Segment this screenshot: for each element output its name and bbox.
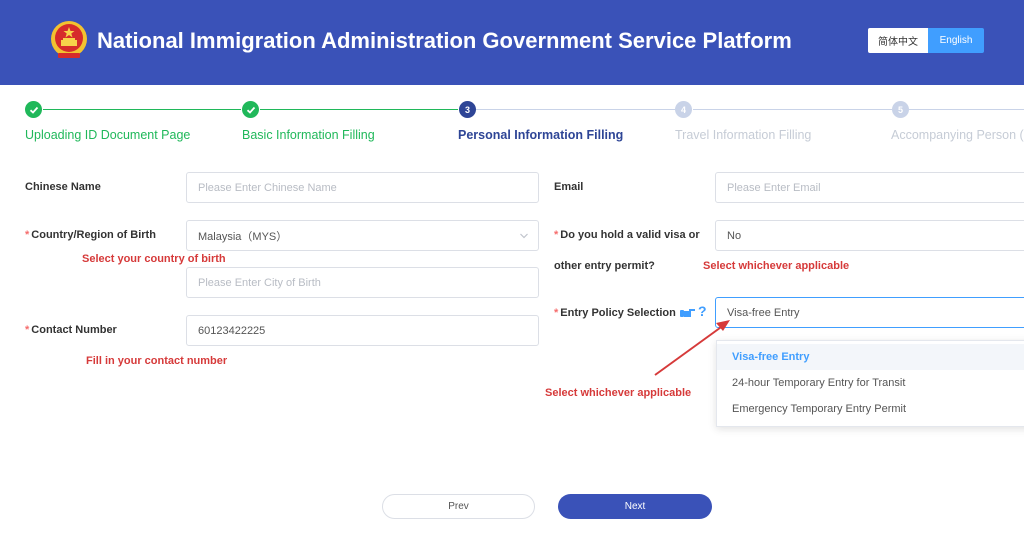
- visa-value: No: [727, 229, 742, 242]
- contact-number-hint: Fill in your contact number: [86, 355, 228, 367]
- check-icon: [29, 106, 38, 114]
- country-birth-label: * Country/Region of Birth: [25, 229, 156, 241]
- chinese-name-placeholder: Please Enter Chinese Name: [198, 181, 337, 194]
- step-4-label: Travel Information Filling: [675, 128, 812, 142]
- check-icon: [246, 106, 255, 114]
- country-birth-select[interactable]: Malaysia（MYS）: [186, 220, 539, 251]
- step-5-label: Accompanying Person (s: [891, 128, 1024, 142]
- step-1-label: Uploading ID Document Page: [25, 128, 191, 142]
- lang-english-button[interactable]: English: [928, 28, 984, 53]
- step-4-circle: 4: [675, 101, 692, 118]
- prev-button[interactable]: Prev: [382, 494, 535, 519]
- contact-number-input[interactable]: 60123422225: [186, 315, 539, 346]
- visa-question-label: * Do you hold a valid visa or: [554, 229, 700, 241]
- app-title: National Immigration Administration Gove…: [97, 28, 792, 53]
- step-3-circle: 3: [459, 101, 476, 118]
- step-connector-5: [909, 109, 1024, 110]
- visa-select[interactable]: No: [715, 220, 1024, 251]
- step-connector-4: [693, 109, 892, 110]
- chinese-name-label: Chinese Name: [25, 181, 101, 193]
- step-connector-1: [43, 109, 241, 110]
- required-mark: *: [554, 307, 559, 319]
- step-2-circle: [242, 101, 259, 118]
- chinese-name-input[interactable]: Please Enter Chinese Name: [186, 172, 539, 203]
- email-input[interactable]: Please Enter Email: [715, 172, 1024, 203]
- entry-policy-select[interactable]: Visa-free Entry: [715, 297, 1024, 328]
- entry-policy-label: * Entry Policy Selection: [554, 307, 676, 319]
- pointing-hand-icon[interactable]: [680, 306, 696, 318]
- national-emblem-icon: [51, 21, 87, 58]
- entry-policy-option-visa-free[interactable]: Visa-free Entry: [717, 344, 1024, 370]
- lang-chinese-button[interactable]: 简体中文: [868, 28, 928, 53]
- entry-policy-value: Visa-free Entry: [727, 306, 800, 319]
- city-birth-placeholder: Please Enter City of Birth: [198, 276, 321, 289]
- visa-question-label-line2: other entry permit?: [554, 260, 655, 272]
- required-mark: *: [25, 229, 30, 241]
- next-button[interactable]: Next: [558, 494, 712, 519]
- step-3-label: Personal Information Filling: [458, 128, 624, 142]
- country-birth-value: Malaysia（MYS）: [198, 230, 288, 243]
- entry-policy-option-transit[interactable]: 24-hour Temporary Entry for Transit: [717, 370, 1024, 396]
- contact-number-label: * Contact Number: [25, 324, 117, 336]
- step-5-circle: 5: [892, 101, 909, 118]
- header-bar: National Immigration Administration Gove…: [0, 0, 1024, 85]
- question-icon[interactable]: ?: [698, 303, 707, 319]
- email-label: Email: [554, 181, 584, 193]
- step-2-label: Basic Information Filling: [242, 128, 375, 142]
- city-birth-input[interactable]: Please Enter City of Birth: [186, 267, 539, 298]
- required-mark: *: [25, 324, 30, 336]
- chevron-down-icon: [520, 233, 528, 239]
- entry-policy-annotation: Select whichever applicable: [545, 387, 692, 399]
- email-placeholder: Please Enter Email: [727, 181, 821, 194]
- entry-policy-dropdown: Visa-free Entry 24-hour Temporary Entry …: [716, 340, 1024, 427]
- step-1-circle: [25, 101, 42, 118]
- required-mark: *: [554, 229, 559, 241]
- entry-policy-option-emergency[interactable]: Emergency Temporary Entry Permit: [717, 396, 1024, 422]
- contact-number-value: 60123422225: [198, 324, 266, 337]
- country-birth-hint: Select your country of birth: [82, 253, 226, 265]
- language-switch: 简体中文 English: [868, 28, 984, 53]
- step-connector-3: [476, 109, 675, 110]
- visa-hint: Select whichever applicable: [703, 260, 850, 272]
- step-connector-2: [260, 109, 458, 110]
